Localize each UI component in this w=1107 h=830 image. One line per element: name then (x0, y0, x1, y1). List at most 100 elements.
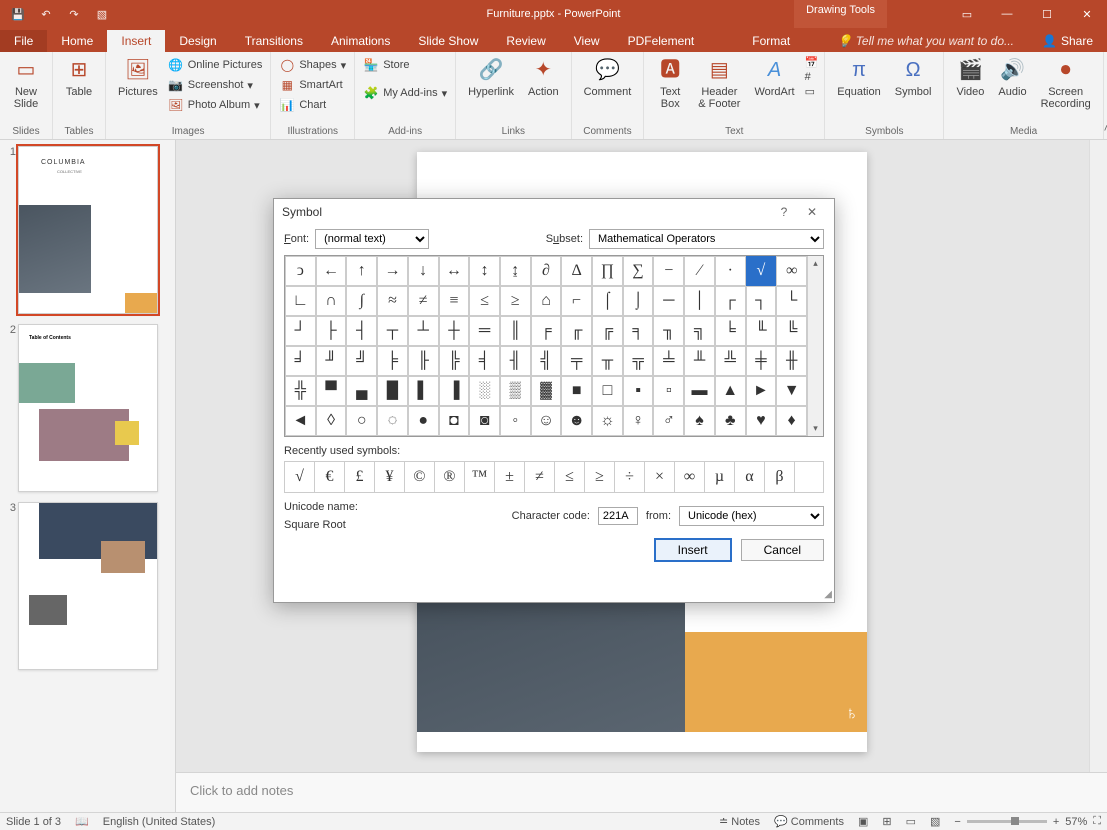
audio-button[interactable]: 🔊Audio (992, 54, 1032, 100)
tab-insert[interactable]: Insert (107, 30, 165, 52)
dialog-titlebar[interactable]: Symbol ? ✕ (274, 199, 834, 225)
symbol-cell[interactable]: ◊ (316, 406, 347, 436)
symbol-cell[interactable]: ⌡ (623, 286, 654, 316)
symbol-cell[interactable]: ╓ (561, 316, 592, 346)
scroll-down-icon[interactable]: ▾ (813, 423, 818, 434)
undo-icon[interactable]: ↶ (36, 4, 56, 24)
symbol-cell[interactable]: ≤ (469, 286, 500, 316)
symbol-cell[interactable]: ╩ (715, 346, 746, 376)
symbol-cell[interactable]: ╥ (592, 346, 623, 376)
recent-symbol-cell[interactable]: © (405, 462, 435, 492)
symbol-cell[interactable]: ⌠ (592, 286, 623, 316)
symbol-cell[interactable]: ↓ (408, 256, 439, 286)
my-addins-button[interactable]: 🧩My Add-ins ▾ (361, 84, 449, 102)
hyperlink-button[interactable]: 🔗Hyperlink (462, 54, 520, 100)
symbol-cell[interactable]: ▲ (715, 376, 746, 406)
sorter-view-icon[interactable]: ⊞ (882, 815, 891, 828)
symbol-cell[interactable]: ∩ (316, 286, 347, 316)
symbol-cell[interactable]: ◘ (439, 406, 470, 436)
spell-check-icon[interactable]: 📖 (75, 815, 89, 828)
symbol-cell[interactable]: ▒ (500, 376, 531, 406)
symbol-cell[interactable]: ♥ (746, 406, 777, 436)
recent-symbol-cell[interactable]: ÷ (615, 462, 645, 492)
recent-symbol-cell[interactable]: ≥ (585, 462, 615, 492)
store-button[interactable]: 🏪Store (361, 56, 449, 74)
smartart-button[interactable]: ▦SmartArt (277, 76, 348, 94)
action-button[interactable]: ✦Action (522, 54, 565, 100)
vertical-scrollbar[interactable] (1089, 140, 1107, 772)
symbol-cell[interactable]: ┘ (285, 316, 316, 346)
comment-button[interactable]: 💬Comment (578, 54, 638, 100)
thumb-3-wrap[interactable]: 3 (4, 502, 171, 670)
tab-design[interactable]: Design (165, 30, 230, 52)
symbol-cell[interactable]: − (653, 256, 684, 286)
cancel-button[interactable]: Cancel (741, 539, 824, 561)
symbol-cell[interactable]: └ (776, 286, 807, 316)
symbol-cell[interactable]: ╫ (776, 346, 807, 376)
zoom-in-icon[interactable]: + (1053, 816, 1059, 828)
symbol-cell[interactable]: ╘ (715, 316, 746, 346)
symbol-cell[interactable]: ╚ (776, 316, 807, 346)
reading-view-icon[interactable]: ▭ (906, 815, 916, 828)
symbol-cell[interactable]: □ (592, 376, 623, 406)
slide-thumbnail-2[interactable]: Table of Contents (18, 324, 158, 492)
shapes-button[interactable]: ◯Shapes ▾ (277, 56, 348, 74)
tab-home[interactable]: Home (47, 30, 107, 52)
symbol-cell[interactable]: ┼ (439, 316, 470, 346)
photo-album-button[interactable]: 🖼Photo Album ▾ (166, 96, 265, 114)
symbol-cell[interactable]: ╜ (316, 346, 347, 376)
symbol-cell[interactable]: ▫ (653, 376, 684, 406)
dialog-close-icon[interactable]: ✕ (798, 205, 826, 219)
symbol-cell[interactable]: ╤ (561, 346, 592, 376)
symbol-cell[interactable]: ║ (500, 316, 531, 346)
recent-symbol-cell[interactable]: ≠ (525, 462, 555, 492)
slide-thumbnail-3[interactable] (18, 502, 158, 670)
symbol-cell[interactable]: ↔ (439, 256, 470, 286)
save-icon[interactable]: 💾 (8, 4, 28, 24)
tab-view[interactable]: View (560, 30, 614, 52)
symbol-cell[interactable]: ╨ (684, 346, 715, 376)
recent-symbol-cell[interactable]: ™ (465, 462, 495, 492)
object-icon[interactable]: ▭ (805, 85, 819, 98)
symbol-cell[interactable]: ╠ (439, 346, 470, 376)
tab-transitions[interactable]: Transitions (231, 30, 317, 52)
slide-thumbnail-panel[interactable]: 1 COLUMBIA COLLECTIVE 2 Table of Content… (0, 140, 176, 812)
recent-symbol-cell[interactable]: ≤ (555, 462, 585, 492)
symbol-cell[interactable]: ∑ (623, 256, 654, 286)
close-icon[interactable]: ✕ (1067, 0, 1107, 28)
thumb-2-wrap[interactable]: 2 Table of Contents (4, 324, 171, 492)
notes-pane[interactable]: Click to add notes (176, 772, 1107, 812)
share-button[interactable]: 👤 Share (1028, 30, 1107, 52)
symbol-cell[interactable]: ╛ (285, 346, 316, 376)
symbol-cell[interactable]: ∟ (285, 286, 316, 316)
symbol-cell[interactable]: ♂ (653, 406, 684, 436)
symbol-cell[interactable]: ╦ (623, 346, 654, 376)
recent-symbol-cell[interactable]: ¥ (375, 462, 405, 492)
symbol-cell[interactable]: ▀ (316, 376, 347, 406)
comments-toggle[interactable]: 💬 Comments (774, 815, 844, 828)
symbol-cell[interactable]: ∫ (346, 286, 377, 316)
char-code-input[interactable] (598, 507, 638, 525)
minimize-icon[interactable]: — (987, 0, 1027, 28)
tab-review[interactable]: Review (492, 30, 559, 52)
symbol-cell[interactable]: ♣ (715, 406, 746, 436)
symbol-cell[interactable]: ╢ (500, 346, 531, 376)
scroll-up-icon[interactable]: ▴ (813, 258, 818, 269)
maximize-icon[interactable]: ☐ (1027, 0, 1067, 28)
notes-toggle[interactable]: ≐ Notes (719, 815, 760, 828)
symbol-cell[interactable]: ⌂ (531, 286, 562, 316)
symbol-cell[interactable]: █ (377, 376, 408, 406)
text-box-button[interactable]: 🅰Text Box (650, 54, 690, 112)
symbol-cell[interactable]: ╗ (684, 316, 715, 346)
symbol-cell[interactable]: ╬ (285, 376, 316, 406)
symbol-cell[interactable]: ◄ (285, 406, 316, 436)
symbol-cell[interactable]: ∏ (592, 256, 623, 286)
symbol-cell[interactable]: ☻ (561, 406, 592, 436)
symbol-scrollbar[interactable]: ▴▾ (807, 256, 823, 436)
slide-accent-block[interactable]: ♄ (685, 632, 867, 732)
symbol-cell[interactable]: ▌ (408, 376, 439, 406)
symbol-cell[interactable]: ▬ (684, 376, 715, 406)
symbol-cell[interactable]: ╣ (531, 346, 562, 376)
symbol-cell[interactable]: ╧ (653, 346, 684, 376)
symbol-cell[interactable]: ▼ (776, 376, 807, 406)
